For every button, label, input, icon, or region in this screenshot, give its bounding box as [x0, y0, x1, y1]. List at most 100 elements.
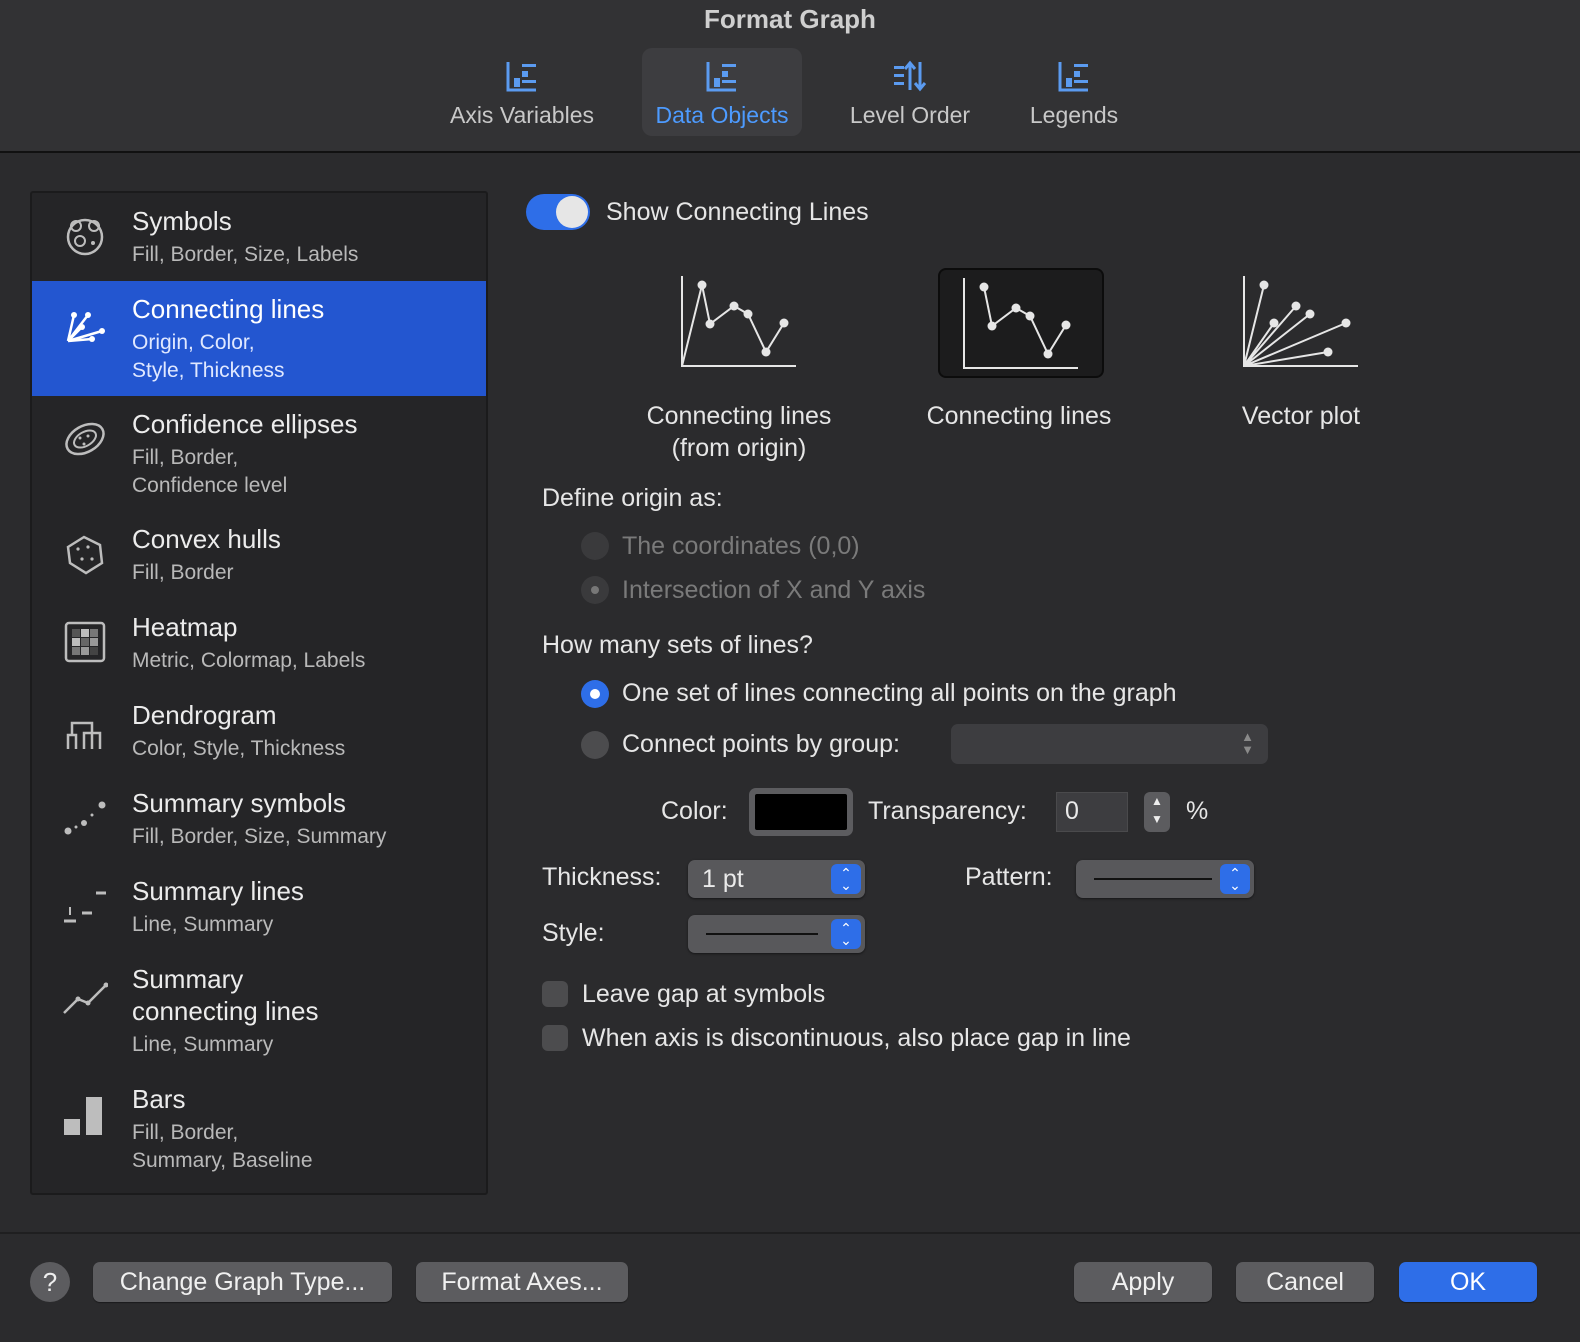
ok-button[interactable]: OK	[1399, 1262, 1537, 1302]
choice-vector-plot[interactable]	[1220, 268, 1382, 374]
sidebar-item-summary-lines[interactable]: Summary lines Line, Summary	[32, 863, 486, 951]
sidebar-item-summary-symbols[interactable]: Summary symbols Fill, Border, Size, Summ…	[32, 775, 486, 863]
summary-lines-icon	[64, 891, 106, 923]
one-set-radio[interactable]	[581, 680, 609, 708]
choice-connecting-lines[interactable]	[938, 268, 1104, 378]
choice-label: Connecting lines	[926, 402, 1112, 430]
sidebar-item-connecting-lines[interactable]: Connecting lines Origin, Color, Style, T…	[32, 281, 486, 396]
define-origin-heading: Define origin as:	[542, 484, 723, 512]
sidebar-item-subtitle: Line, Summary	[132, 913, 274, 936]
chevron-updown-icon: ⌃ ⌄	[831, 919, 861, 949]
origin-intersection-radio[interactable]	[581, 576, 609, 604]
data-objects-sidebar: Symbols Fill, Border, Size, Labels Conne…	[30, 191, 488, 1195]
by-group-label: Connect points by group:	[622, 730, 900, 758]
sidebar-item-title: Symbols	[132, 206, 232, 236]
origin-coordinates-radio[interactable]	[581, 532, 609, 560]
sidebar-item-subtitle: Metric, Colormap, Labels	[132, 649, 366, 672]
help-button[interactable]: ?	[30, 1262, 70, 1302]
color-label: Color:	[661, 797, 728, 825]
sidebar-item-bars[interactable]: Bars Fill, Border, Summary, Baseline	[32, 1071, 486, 1191]
bars-icon	[64, 1097, 102, 1135]
toggle-knob	[556, 196, 588, 228]
data-objects-icon	[706, 62, 736, 92]
thickness-select[interactable]: 1 pt ⌃ ⌄	[688, 860, 865, 898]
percent-label: %	[1186, 797, 1209, 825]
sidebar-item-title: Summary lines	[132, 876, 304, 906]
change-graph-type-button[interactable]: Change Graph Type...	[93, 1262, 392, 1302]
transparency-label: Transparency:	[868, 797, 1027, 825]
chevron-updown-icon: ⌃ ⌄	[831, 864, 861, 894]
origin-coordinates-label: The coordinates (0,0)	[622, 532, 860, 560]
tab-level-order[interactable]: Level Order	[836, 48, 984, 136]
one-set-label: One set of lines connecting all points o…	[622, 679, 1177, 707]
color-swatch	[755, 794, 847, 830]
sidebar-item-title: Convex hulls	[132, 524, 281, 554]
pattern-select[interactable]: ⌃ ⌄	[1076, 860, 1254, 898]
show-connecting-lines-label: Show Connecting Lines	[606, 198, 869, 226]
show-connecting-lines-toggle[interactable]	[526, 194, 590, 230]
sidebar-item-summary-connecting-lines[interactable]: Summary connecting lines Line, Summary	[32, 951, 486, 1071]
tab-label: Axis Variables	[449, 102, 595, 128]
choice-connecting-lines-from-origin[interactable]	[658, 268, 820, 374]
symbols-icon	[66, 218, 104, 256]
confidence-ellipses-icon	[65, 422, 105, 456]
tab-axis-variables[interactable]: Axis Variables	[436, 48, 608, 136]
discontinuous-gap-checkbox[interactable]	[542, 1025, 568, 1051]
leave-gap-checkbox[interactable]	[542, 981, 568, 1007]
window-title: Format Graph	[704, 4, 876, 34]
level-order-icon	[894, 60, 927, 92]
format-axes-button[interactable]: Format Axes...	[416, 1262, 628, 1302]
convex-hulls-icon	[66, 535, 104, 575]
sidebar-item-title: Heatmap	[132, 612, 238, 642]
by-group-radio[interactable]	[581, 731, 609, 759]
sidebar-item-subtitle: Fill, Border,	[132, 446, 239, 469]
pattern-label: Pattern:	[965, 863, 1053, 891]
sidebar-item-title: Summary symbols	[132, 788, 346, 818]
legends-icon	[1058, 62, 1088, 92]
color-well[interactable]	[749, 788, 853, 836]
sidebar-item-title: Dendrogram	[132, 700, 277, 730]
sidebar-item-dendrogram[interactable]: Dendrogram Color, Style, Thickness	[32, 687, 486, 775]
sidebar-item-title: Bars	[132, 1084, 186, 1114]
sidebar-item-symbols[interactable]: Symbols Fill, Border, Size, Labels	[32, 193, 486, 281]
tab-legends[interactable]: Legends	[1014, 48, 1134, 136]
heatmap-icon	[64, 621, 106, 663]
axis-variables-icon	[506, 62, 536, 92]
apply-button[interactable]: Apply	[1074, 1262, 1212, 1302]
connecting-lines-icon	[66, 312, 105, 343]
leave-gap-label: Leave gap at symbols	[582, 980, 826, 1008]
sidebar-item-title: Connecting lines	[132, 294, 325, 324]
sidebar-item-subtitle: Fill, Border	[132, 561, 234, 584]
chevron-updown-icon: ⌃ ⌄	[1220, 864, 1250, 894]
sidebar-item-subtitle-2: Summary, Baseline	[132, 1149, 313, 1172]
choice-label: Connecting lines	[646, 402, 832, 430]
connecting-lines-icon	[963, 278, 1078, 369]
style-select[interactable]: ⌃ ⌄	[688, 915, 865, 953]
sidebar-item-subtitle: Fill, Border, Size, Summary	[132, 825, 387, 848]
sidebar-item-heatmap[interactable]: Heatmap Metric, Colormap, Labels	[32, 599, 486, 687]
transparency-stepper[interactable]: ▲ ▼	[1144, 792, 1170, 832]
choice-label: Vector plot	[1241, 402, 1361, 430]
connecting-lines-from-origin-icon	[681, 276, 796, 367]
sidebar-item-title: Confidence ellipses	[132, 409, 358, 439]
transparency-input[interactable]: 0	[1056, 792, 1128, 832]
sidebar-item-subtitle: Line, Summary	[132, 1033, 274, 1056]
origin-intersection-label: Intersection of X and Y axis	[622, 576, 926, 604]
summary-connecting-lines-icon	[63, 982, 108, 1014]
summary-symbols-icon	[64, 801, 106, 835]
group-select[interactable]: ▲ ▼	[951, 724, 1268, 764]
style-label: Style:	[542, 919, 605, 947]
sidebar-item-confidence-ellipses[interactable]: Confidence ellipses Fill, Border, Confid…	[32, 396, 486, 511]
sidebar-item-convex-hulls[interactable]: Convex hulls Fill, Border	[32, 511, 486, 599]
tab-data-objects[interactable]: Data Objects	[642, 48, 802, 136]
cancel-button[interactable]: Cancel	[1236, 1262, 1374, 1302]
chevron-updown-icon: ▲ ▼	[1241, 729, 1254, 757]
tab-label: Legends	[1029, 102, 1119, 128]
sidebar-item-title: Summary	[132, 964, 244, 994]
sidebar-item-subtitle: Origin, Color,	[132, 331, 255, 354]
transparency-value: 0	[1065, 797, 1079, 825]
thickness-label: Thickness:	[542, 863, 662, 891]
sidebar-item-subtitle: Color, Style, Thickness	[132, 737, 346, 760]
thickness-value: 1 pt	[702, 865, 744, 893]
sidebar-item-subtitle-2: Style, Thickness	[132, 359, 285, 382]
